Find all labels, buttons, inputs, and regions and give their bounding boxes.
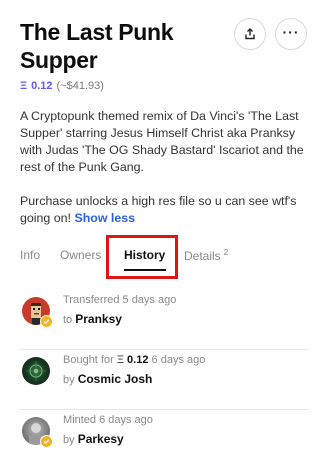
- more-options-button[interactable]: ···: [275, 18, 307, 50]
- history-user-line: by Cosmic Josh: [63, 372, 152, 386]
- history-username[interactable]: Cosmic Josh: [78, 372, 153, 386]
- avatar[interactable]: [22, 357, 50, 385]
- verified-badge-icon: [40, 435, 53, 448]
- item-description: A Cryptopunk themed remix of Da Vinci's …: [20, 108, 310, 227]
- history-action-label: Transferred: [63, 294, 120, 306]
- share-icon: [245, 28, 255, 40]
- history-action-label: Minted: [63, 414, 97, 426]
- history-item[interactable]: Minted 6 days ago by Parkesy: [20, 410, 308, 470]
- cosmic-avatar-icon: [26, 361, 46, 381]
- price-value: 0.12: [31, 80, 53, 92]
- eth-icon: Ξ: [116, 354, 124, 366]
- history-preposition: by: [63, 374, 75, 386]
- highlight-box: [106, 235, 178, 279]
- history-preposition: by: [63, 434, 75, 446]
- history-time: 5 days ago: [122, 294, 177, 306]
- tab-details[interactable]: Details 2: [184, 248, 228, 263]
- tab-info[interactable]: Info: [20, 248, 40, 262]
- tab-owners[interactable]: Owners: [60, 248, 101, 262]
- history-time: 6 days ago: [151, 354, 206, 366]
- history-action: Minted 6 days ago: [63, 414, 153, 426]
- history-user-line: to Pranksy: [63, 312, 122, 326]
- history-item[interactable]: Bought for Ξ 0.12 6 days ago by Cosmic J…: [20, 350, 308, 410]
- history-username[interactable]: Parkesy: [78, 432, 124, 446]
- item-header: The Last Punk Supper: [20, 18, 220, 74]
- history-action-label: Bought for: [63, 354, 114, 366]
- history-preposition: to: [63, 314, 73, 326]
- history-time: 6 days ago: [99, 414, 153, 426]
- price-usd: (~$41.93): [56, 80, 104, 92]
- history-price: 0.12: [127, 354, 149, 366]
- history-action: Bought for Ξ 0.12 6 days ago: [63, 354, 205, 366]
- description-paragraph-2-text: Purchase unlocks a high res file so u ca…: [20, 194, 297, 225]
- history-username[interactable]: Pranksy: [75, 312, 122, 326]
- tab-details-count: 2: [223, 248, 229, 257]
- history-user-line: by Parkesy: [63, 432, 124, 446]
- verified-badge-icon: [40, 315, 53, 328]
- history-item[interactable]: Transferred 5 days ago to Pranksy: [20, 290, 308, 350]
- item-title: The Last Punk Supper: [20, 19, 174, 73]
- more-dots-icon: ···: [282, 23, 300, 40]
- description-paragraph-2: Purchase unlocks a high res file so u ca…: [20, 193, 310, 227]
- description-paragraph-1: A Cryptopunk themed remix of Da Vinci's …: [20, 109, 304, 174]
- price-row: Ξ 0.12 (~$41.93): [20, 80, 104, 92]
- eth-icon: Ξ: [20, 80, 28, 92]
- share-button[interactable]: [234, 18, 266, 50]
- show-less-link[interactable]: Show less: [74, 211, 135, 225]
- tab-details-label: Details: [184, 249, 221, 263]
- history-action: Transferred 5 days ago: [63, 294, 176, 306]
- history-list: Transferred 5 days ago to Pranksy Bought…: [20, 290, 308, 470]
